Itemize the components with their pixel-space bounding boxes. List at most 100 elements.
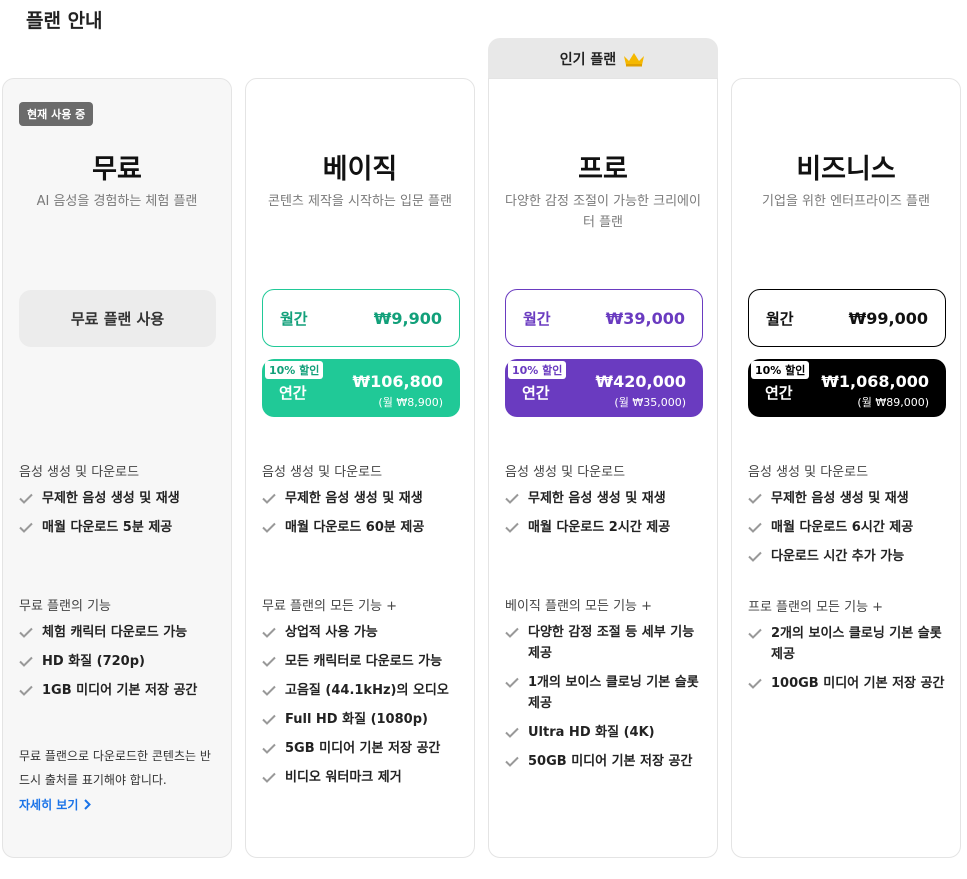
feature-text: 50GB 미디어 기본 저장 공간 (528, 754, 693, 769)
check-icon (262, 627, 276, 638)
feature-text: 다양한 감정 조절 등 세부 기능 제공 (528, 625, 695, 661)
current-plan-badge: 현재 사용 중 (19, 102, 94, 126)
yearly-price-option[interactable]: 10% 할인 연간 ₩106,800 (월 ₩8,900) (262, 359, 460, 417)
check-icon (505, 627, 519, 638)
check-icon (262, 656, 276, 667)
feature-text: 무제한 음성 생성 및 재생 (42, 491, 180, 506)
feature-list-features: 다양한 감정 조절 등 세부 기능 제공 1개의 보이스 클로닝 기본 슬롯 제… (505, 622, 707, 780)
monthly-price: ₩99,000 (848, 308, 928, 328)
plan-name: 베이직 (322, 154, 398, 185)
feature-text: 상업적 사용 가능 (285, 625, 378, 640)
yearly-monthly-equivalent: (월 ₩89,000) (857, 396, 929, 409)
monthly-price-option[interactable]: 월간 ₩39,000 (505, 289, 703, 347)
yearly-monthly-equivalent: (월 ₩35,000) (614, 396, 686, 409)
yearly-price-option[interactable]: 10% 할인 연간 ₩420,000 (월 ₩35,000) (505, 359, 703, 417)
feature-list-download: 무제한 음성 생성 및 재생 매월 다운로드 60분 제공 (262, 488, 464, 546)
discount-badge: 10% 할인 (265, 361, 324, 379)
feature-item: 2개의 보이스 클로닝 기본 슬롯 제공 (748, 623, 950, 665)
section-title-features: 무료 플랜의 기능 (19, 599, 111, 614)
feature-text: 체험 캐릭터 다운로드 가능 (42, 625, 188, 640)
section-title-download: 음성 생성 및 다운로드 (748, 465, 869, 480)
feature-list-download: 무제한 음성 생성 및 재생 매월 다운로드 2시간 제공 (505, 488, 707, 546)
feature-item: Full HD 화질 (1080p) (262, 709, 464, 730)
feature-item: 50GB 미디어 기본 저장 공간 (505, 751, 707, 772)
check-icon (262, 685, 276, 696)
check-icon (748, 551, 762, 562)
feature-item: 체험 캐릭터 다운로드 가능 (19, 622, 221, 643)
check-icon (19, 522, 33, 533)
section-title-download: 음성 생성 및 다운로드 (505, 465, 626, 480)
check-icon (505, 493, 519, 504)
use-free-plan-button[interactable]: 무료 플랜 사용 (19, 290, 216, 347)
check-icon (262, 743, 276, 754)
feature-item: 매월 다운로드 2시간 제공 (505, 517, 707, 538)
check-icon (19, 493, 33, 504)
plan-card-basic: 베이직 콘텐츠 제작을 시작하는 입문 플랜 월간 ₩9,900 10% 할인 … (245, 78, 475, 858)
page-title: 플랜 안내 (26, 10, 103, 32)
feature-list-download: 무제한 음성 생성 및 재생 매월 다운로드 6시간 제공 다운로드 시간 추가… (748, 488, 950, 575)
feature-text: 100GB 미디어 기본 저장 공간 (771, 676, 945, 691)
attribution-note: 무료 플랜으로 다운로드한 콘텐츠는 반드시 출처를 표기해야 합니다. (19, 749, 211, 787)
feature-text: Ultra HD 화질 (4K) (528, 725, 655, 740)
feature-item: 매월 다운로드 60분 제공 (262, 517, 464, 538)
feature-text: 무제한 음성 생성 및 재생 (285, 491, 423, 506)
monthly-label: 월간 (766, 309, 794, 328)
yearly-price: ₩106,800 (352, 372, 443, 391)
feature-text: 1개의 보이스 클로닝 기본 슬롯 제공 (528, 675, 699, 711)
check-icon (748, 628, 762, 639)
check-icon (748, 522, 762, 533)
learn-more-link[interactable]: 자세히 보기 (19, 796, 92, 813)
feature-item: HD 화질 (720p) (19, 651, 221, 672)
section-title-download: 음성 생성 및 다운로드 (262, 465, 383, 480)
feature-item: 매월 다운로드 5분 제공 (19, 517, 221, 538)
check-icon (262, 772, 276, 783)
chevron-right-icon (84, 799, 92, 810)
feature-item: 비디오 워터마크 제거 (262, 767, 464, 788)
yearly-price: ₩1,068,000 (821, 372, 929, 391)
yearly-label: 연간 (522, 383, 550, 402)
check-icon (505, 756, 519, 767)
popular-plan-tab: 인기 플랜 (488, 38, 718, 79)
feature-item: 매월 다운로드 6시간 제공 (748, 517, 950, 538)
feature-list-download: 무제한 음성 생성 및 재생 매월 다운로드 5분 제공 (19, 488, 221, 546)
section-title-features: 프로 플랜의 모든 기능 + (748, 600, 884, 615)
feature-text: 매월 다운로드 2시간 제공 (528, 520, 671, 535)
feature-text: 무제한 음성 생성 및 재생 (528, 491, 666, 506)
monthly-price: ₩9,900 (373, 308, 442, 328)
popular-plan-label: 인기 플랜 (559, 51, 617, 68)
plan-description: 다양한 감정 조절이 가능한 크리에이터 플랜 (505, 194, 701, 230)
yearly-label: 연간 (279, 383, 307, 402)
plan-name: 프로 (578, 154, 628, 185)
plan-description: 콘텐츠 제작을 시작하는 입문 플랜 (268, 194, 452, 209)
feature-item: 5GB 미디어 기본 저장 공간 (262, 738, 464, 759)
check-icon (748, 493, 762, 504)
section-title-features: 베이직 플랜의 모든 기능 + (505, 599, 653, 614)
feature-text: 2개의 보이스 클로닝 기본 슬롯 제공 (771, 626, 942, 662)
discount-badge: 10% 할인 (508, 361, 567, 379)
feature-text: 5GB 미디어 기본 저장 공간 (285, 741, 441, 756)
monthly-price-option[interactable]: 월간 ₩99,000 (748, 289, 946, 347)
check-icon (505, 677, 519, 688)
feature-text: 무제한 음성 생성 및 재생 (771, 491, 909, 506)
feature-text: Full HD 화질 (1080p) (285, 712, 428, 727)
feature-item: 다운로드 시간 추가 가능 (748, 546, 950, 567)
monthly-price-option[interactable]: 월간 ₩9,900 (262, 289, 460, 347)
feature-text: 고음질 (44.1kHz)의 오디오 (285, 683, 449, 698)
feature-item: 1GB 미디어 기본 저장 공간 (19, 680, 221, 701)
check-icon (748, 678, 762, 689)
plan-card-business: 비즈니스 기업을 위한 엔터프라이즈 플랜 월간 ₩99,000 10% 할인 … (731, 78, 961, 858)
section-title-download: 음성 생성 및 다운로드 (19, 465, 140, 480)
feature-item: 무제한 음성 생성 및 재생 (748, 488, 950, 509)
yearly-price-option[interactable]: 10% 할인 연간 ₩1,068,000 (월 ₩89,000) (748, 359, 946, 417)
check-icon (505, 727, 519, 738)
yearly-price: ₩420,000 (595, 372, 686, 391)
feature-text: 매월 다운로드 60분 제공 (285, 520, 425, 535)
feature-item: 무제한 음성 생성 및 재생 (19, 488, 221, 509)
plan-card-pro: 프로 다양한 감정 조절이 가능한 크리에이터 플랜 월간 ₩39,000 10… (488, 78, 718, 858)
plan-description: 기업을 위한 엔터프라이즈 플랜 (762, 194, 930, 209)
feature-item: 다양한 감정 조절 등 세부 기능 제공 (505, 622, 707, 664)
feature-item: 모든 캐릭터로 다운로드 가능 (262, 651, 464, 672)
check-icon (19, 685, 33, 696)
feature-item: 무제한 음성 생성 및 재생 (505, 488, 707, 509)
monthly-label: 월간 (523, 309, 551, 328)
